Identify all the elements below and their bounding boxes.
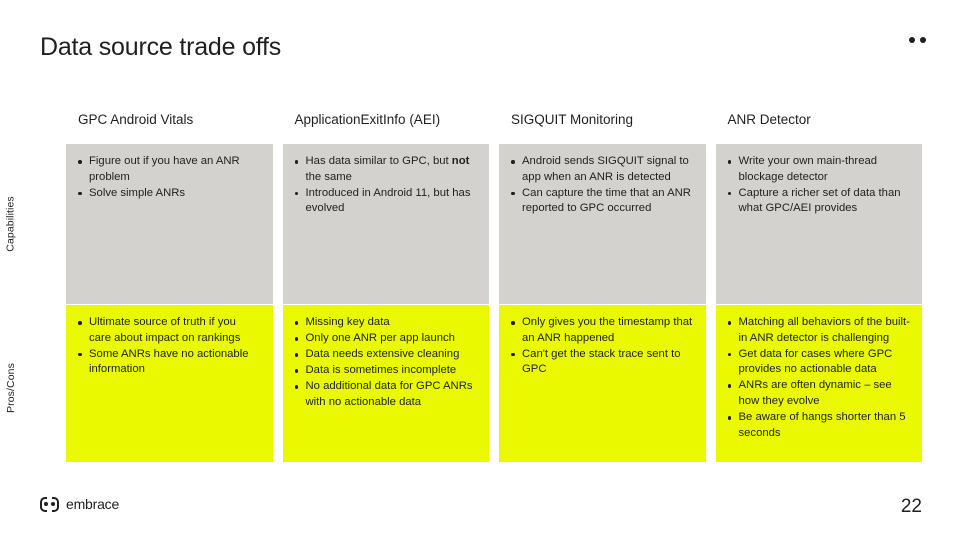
row-label-capabilities-text: Capabilities (5, 196, 18, 252)
bullet-list: Write your own main-thread blockage dete… (726, 154, 911, 217)
bullet-list: Figure out if you have an ANR problem Sol… (76, 154, 261, 201)
row-label-pros-cons: Pros/Cons (0, 305, 22, 470)
row-label-pros-cons-text: Pros/Cons (5, 362, 18, 413)
bullet-list: Only gives you the timestamp that an ANR… (509, 315, 694, 378)
bullet-item: Solve simple ANRs (76, 186, 261, 202)
matrix-header-row: GPC Android Vitals ApplicationExitInfo (… (66, 112, 922, 144)
embrace-logo-icon (40, 496, 59, 512)
cell-capabilities-applicationexitinfo: Has data similar to GPC, but not the sam… (282, 144, 489, 304)
bullet-item: Data needs extensive cleaning (293, 347, 478, 363)
bullet-list: Missing key data Only one ANR per app lau… (293, 315, 478, 411)
page-number: 22 (900, 496, 922, 517)
row-label-capabilities: Capabilities (0, 144, 22, 304)
bullet-item: Only gives you the timestamp that an ANR… (509, 315, 694, 346)
bullet-item: Can capture the time that an ANR reporte… (509, 186, 694, 217)
bullet-list: Ultimate source of truth if you care abo… (76, 315, 261, 378)
slide: Data source trade offs Capabilities Pros… (0, 0, 960, 540)
dot-icon (920, 37, 926, 43)
cell-pros-cons-applicationexitinfo: Missing key data Only one ANR per app lau… (282, 305, 489, 462)
bullet-item: Only one ANR per app launch (293, 331, 478, 347)
bullet-list: Has data similar to GPC, but not the sam… (293, 154, 478, 217)
corner-dots-decoration (909, 37, 926, 43)
bullet-item: Can't get the stack trace sent to GPC (509, 347, 694, 378)
bullet-item: ANRs are often dynamic – see how they ev… (726, 378, 911, 409)
column-header-applicationexitinfo: ApplicationExitInfo (AEI) (294, 112, 441, 127)
bullet-item: Android sends SIGQUIT signal to app when… (509, 154, 694, 185)
cell-pros-cons-gpc-android-vitals: Ultimate source of truth if you care abo… (66, 305, 273, 462)
matrix-row-capabilities: Figure out if you have an ANR problem Sol… (66, 144, 922, 304)
column-header-gpc-android-vitals: GPC Android Vitals (78, 112, 194, 127)
cell-pros-cons-anr-detector: Matching all behaviors of the built-in A… (715, 305, 922, 462)
cell-capabilities-gpc-android-vitals: Figure out if you have an ANR problem Sol… (66, 144, 273, 304)
bullet-list: Android sends SIGQUIT signal to app when… (509, 154, 694, 217)
brand-logo-text: embrace (66, 496, 120, 512)
bullet-item: Get data for cases where GPC provides no… (726, 347, 911, 378)
bullet-list: Matching all behaviors of the built-in A… (726, 315, 911, 441)
bullet-item: Has data similar to GPC, but not the sam… (293, 154, 478, 185)
bullet-item: No additional data for GPC ANRs with no … (293, 379, 478, 410)
bullet-item: Capture a richer set of data than what G… (726, 186, 911, 217)
bullet-item: Ultimate source of truth if you care abo… (76, 315, 261, 346)
bullet-item: Some ANRs have no actionable information (76, 347, 261, 378)
column-header-anr-detector: ANR Detector (727, 112, 811, 127)
bullet-item: Data is sometimes incomplete (293, 363, 478, 379)
comparison-matrix: GPC Android Vitals ApplicationExitInfo (… (66, 112, 922, 462)
page-title: Data source trade offs (40, 33, 282, 61)
column-header-sigquit-monitoring: SIGQUIT Monitoring (511, 112, 634, 127)
bullet-item: Figure out if you have an ANR problem (76, 154, 261, 185)
bullet-item: Introduced in Android 11, but has evolve… (293, 186, 478, 217)
cell-pros-cons-sigquit-monitoring: Only gives you the timestamp that an ANR… (499, 305, 706, 462)
bullet-item: Missing key data (293, 315, 478, 331)
bullet-item: Matching all behaviors of the built-in A… (726, 315, 911, 346)
bullet-item: Write your own main-thread blockage dete… (726, 154, 911, 185)
bullet-item: Be aware of hangs shorter than 5 seconds (726, 410, 911, 441)
brand-logo: embrace (40, 496, 119, 512)
cell-capabilities-anr-detector: Write your own main-thread blockage dete… (715, 144, 922, 304)
cell-capabilities-sigquit-monitoring: Android sends SIGQUIT signal to app when… (499, 144, 706, 304)
matrix-row-pros-cons: Ultimate source of truth if you care abo… (66, 305, 922, 462)
dot-icon (909, 37, 915, 43)
